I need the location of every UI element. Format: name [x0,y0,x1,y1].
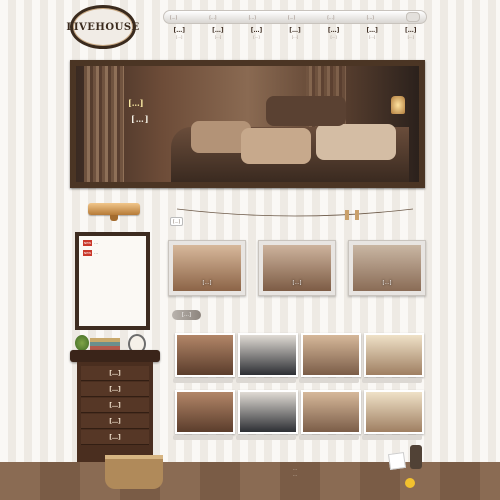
nav-sublabel: […] [369,35,376,39]
pillow-graphic [241,128,311,164]
drawer-label: […] [109,433,121,441]
product-thumbnail[interactable] [238,333,298,377]
cabinet-top [70,350,160,362]
nav-label: […] [327,27,340,34]
product-caption-bar [299,378,359,383]
product-thumbnail[interactable] [301,390,361,434]
site-logo[interactable]: LIVEHOUSE [66,5,139,49]
product-caption-bar [236,378,296,383]
books-icon [90,338,120,350]
product-caption-bar [173,378,233,383]
footer-line: … [293,472,297,477]
nav-label: […] [173,27,186,34]
drawer-link[interactable]: […] [81,382,149,397]
nav-sublabel: […] [253,35,260,39]
featured-photo[interactable]: […] [258,240,336,296]
featured-photo[interactable]: […] [168,240,246,296]
top-link[interactable]: […] [170,15,177,20]
drawer-label: […] [109,369,121,377]
potted-plant-icon [75,335,89,351]
pillow-graphic [316,124,396,160]
featured-photo[interactable]: […] [348,240,426,296]
notice-board: NEW … NEW … [75,232,150,330]
clothespin-icon [345,210,349,220]
clothesline-tag[interactable]: […] [170,217,184,226]
product-thumbnail[interactable] [238,390,298,434]
featured-caption: […] [292,280,302,286]
new-badge: NEW [83,240,93,246]
new-products-header[interactable]: […] [172,310,201,320]
product-caption-bar [362,378,422,383]
drawer-label: […] [109,401,121,409]
nav-item-news[interactable]: […] […] [237,27,276,39]
fabric-swatch-icon [387,451,407,471]
main-navigation: […] […] […] […] […] […] […] […] […] […] … [160,27,430,39]
drawer-link[interactable]: […] [81,398,149,413]
hero-subtitle: […] [131,114,150,124]
nav-item-contact[interactable]: […] […] [391,27,430,39]
notice-item[interactable]: NEW … [83,250,142,256]
top-link[interactable]: […] [249,15,256,20]
hero-banner: […] […] [70,60,425,188]
product-caption-bar [236,435,296,440]
drawer-link[interactable]: […] [81,366,149,381]
product-thumbnail[interactable] [364,333,424,377]
search-icon[interactable] [405,12,420,22]
clothespin-icon [355,210,359,220]
top-link[interactable]: […] [209,15,216,20]
nav-item-shopping[interactable]: […] […] [353,27,392,39]
lantern-icon [410,445,422,469]
footer-info: … … [180,466,410,478]
top-link[interactable]: […] [288,15,295,20]
product-caption-bar [173,435,233,440]
drawer-label: […] [109,385,121,393]
nav-label: […] [250,27,263,34]
nav-label: […] [212,27,224,34]
new-badge: NEW [83,250,93,256]
clothesline-graphic [176,208,414,217]
bedroom-photo: […] […] [76,66,419,182]
notice-text: … [94,240,99,245]
top-utility-bar: […] […] […] […] […] […] [163,10,427,24]
nav-item-about[interactable]: […] […] [160,27,199,39]
nav-label: […] [366,27,378,34]
notice-text: … [94,250,99,255]
curtain-graphic [84,66,124,182]
top-link[interactable]: […] [367,15,374,20]
pillow-graphic [266,96,346,126]
drawer-label: […] [109,417,121,425]
nav-label: […] [405,27,417,34]
notice-paper: NEW … NEW … [79,236,146,326]
nav-sublabel: […] [214,35,221,39]
wall-sconce-icon [88,203,140,221]
product-thumbnail[interactable] [364,390,424,434]
basket-icon [105,455,163,489]
drawer-link[interactable]: […] [81,414,149,429]
hero-title: […] [128,98,144,108]
product-thumbnail[interactable] [175,333,235,377]
nav-sublabel: […] [291,35,299,39]
logo-text: LIVEHOUSE [66,21,140,33]
flower-icon [405,478,415,488]
nav-sublabel: […] [407,35,414,39]
drawer-link[interactable]: […] [81,430,149,445]
product-thumbnail[interactable] [175,390,235,434]
top-link[interactable]: […] [327,15,334,20]
nav-item-service[interactable]: […] […] [199,27,238,39]
nav-label: […] [289,27,301,34]
nav-item-member[interactable]: […] […] [276,27,315,39]
featured-caption: […] [382,280,392,286]
notice-item[interactable]: NEW … [83,240,142,246]
cabinet-menu: […] […] […] […] […] [77,362,153,468]
featured-caption: […] [202,280,212,286]
product-caption-bar [362,435,422,440]
product-thumbnail[interactable] [301,333,361,377]
nav-item-products[interactable]: […] […] [314,27,353,39]
lamp-icon [391,96,405,114]
product-caption-bar [299,435,359,440]
nav-sublabel: […] [330,35,337,39]
nav-sublabel: […] [176,35,183,39]
